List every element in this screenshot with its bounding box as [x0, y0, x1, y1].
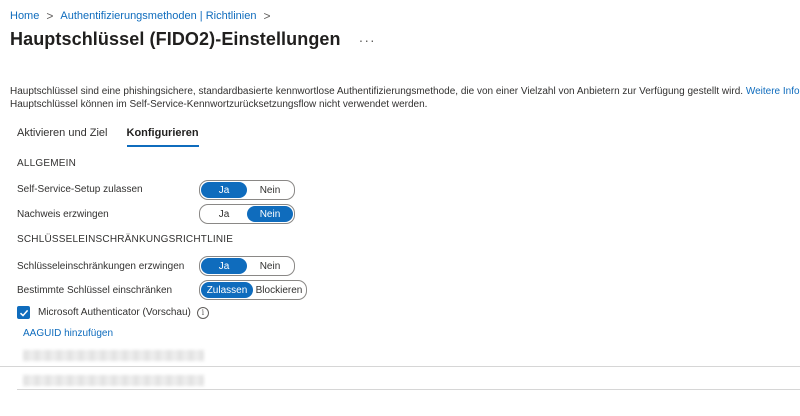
redacted-aaguid-row — [23, 350, 204, 361]
self-service-toggle: Ja Nein — [199, 180, 295, 200]
description-text-2: Hauptschlüssel können im Self-Service-Ke… — [10, 99, 428, 110]
self-service-no-option[interactable]: Nein — [247, 182, 293, 198]
breadcrumb-auth-methods[interactable]: Authentifizierungsmethoden | Richtlinien — [60, 10, 256, 22]
description-line-1: Hauptschlüssel sind eine phishingsichere… — [10, 85, 800, 98]
self-service-yes-option[interactable]: Ja — [201, 182, 247, 198]
enforce-key-restrictions-toggle: Ja Nein — [199, 256, 295, 276]
attestation-toggle: Ja Nein — [199, 204, 295, 224]
restrict-keys-label: Bestimmte Schlüssel einschränken — [17, 285, 173, 296]
attestation-no-option[interactable]: Nein — [247, 206, 293, 222]
tab-configure[interactable]: Konfigurieren — [126, 127, 199, 147]
description: Hauptschlüssel sind eine phishingsichere… — [10, 85, 800, 111]
breadcrumb: Home > Authentifizierungsmethoden | Rich… — [10, 9, 277, 23]
description-text-1: Hauptschlüssel sind eine phishingsichere… — [10, 86, 744, 97]
restrict-keys-allow-option[interactable]: Zulassen — [201, 282, 253, 298]
tab-enable-target[interactable]: Aktivieren und Ziel — [17, 127, 108, 147]
redacted-aaguid-row — [23, 375, 204, 386]
breadcrumb-separator: > — [263, 9, 271, 23]
learn-more-link[interactable]: Weitere Informationen — [746, 86, 800, 97]
authenticator-row: Microsoft Authenticator (Vorschau) i — [17, 306, 209, 319]
checkmark-icon — [19, 309, 28, 317]
info-icon[interactable]: i — [196, 306, 209, 319]
attestation-yes-option[interactable]: Ja — [201, 206, 247, 222]
section-key-restriction-heading: SCHLÜSSELEINSCHRÄNKUNGSRICHTLINIE — [17, 234, 234, 245]
title-row: Hauptschlüssel (FIDO2)-Einstellungen ··· — [10, 29, 376, 50]
section-general-heading: ALLGEMEIN — [17, 158, 77, 169]
authenticator-label: Microsoft Authenticator (Vorschau) — [38, 307, 191, 318]
row-divider — [0, 366, 800, 367]
enforce-key-restrictions-yes-option[interactable]: Ja — [201, 258, 247, 274]
page-title: Hauptschlüssel (FIDO2)-Einstellungen — [10, 29, 341, 49]
enforce-key-restrictions-no-option[interactable]: Nein — [247, 258, 293, 274]
breadcrumb-home[interactable]: Home — [10, 10, 39, 22]
add-aaguid-link[interactable]: AAGUID hinzufügen — [23, 328, 113, 339]
attestation-label: Nachweis erzwingen — [17, 209, 109, 220]
page: Home > Authentifizierungsmethoden | Rich… — [0, 0, 800, 416]
restrict-keys-block-option[interactable]: Blockieren — [253, 282, 305, 298]
tab-bar: Aktivieren und Ziel Konfigurieren — [17, 127, 218, 147]
restrict-keys-toggle: Zulassen Blockieren — [199, 280, 307, 300]
row-divider — [17, 389, 800, 390]
self-service-label: Self-Service-Setup zulassen — [17, 184, 143, 195]
breadcrumb-separator: > — [46, 9, 54, 23]
more-options-icon[interactable]: ··· — [359, 32, 376, 48]
enforce-key-restrictions-label: Schlüsseleinschränkungen erzwingen — [17, 261, 185, 272]
authenticator-checkbox[interactable] — [17, 306, 30, 319]
